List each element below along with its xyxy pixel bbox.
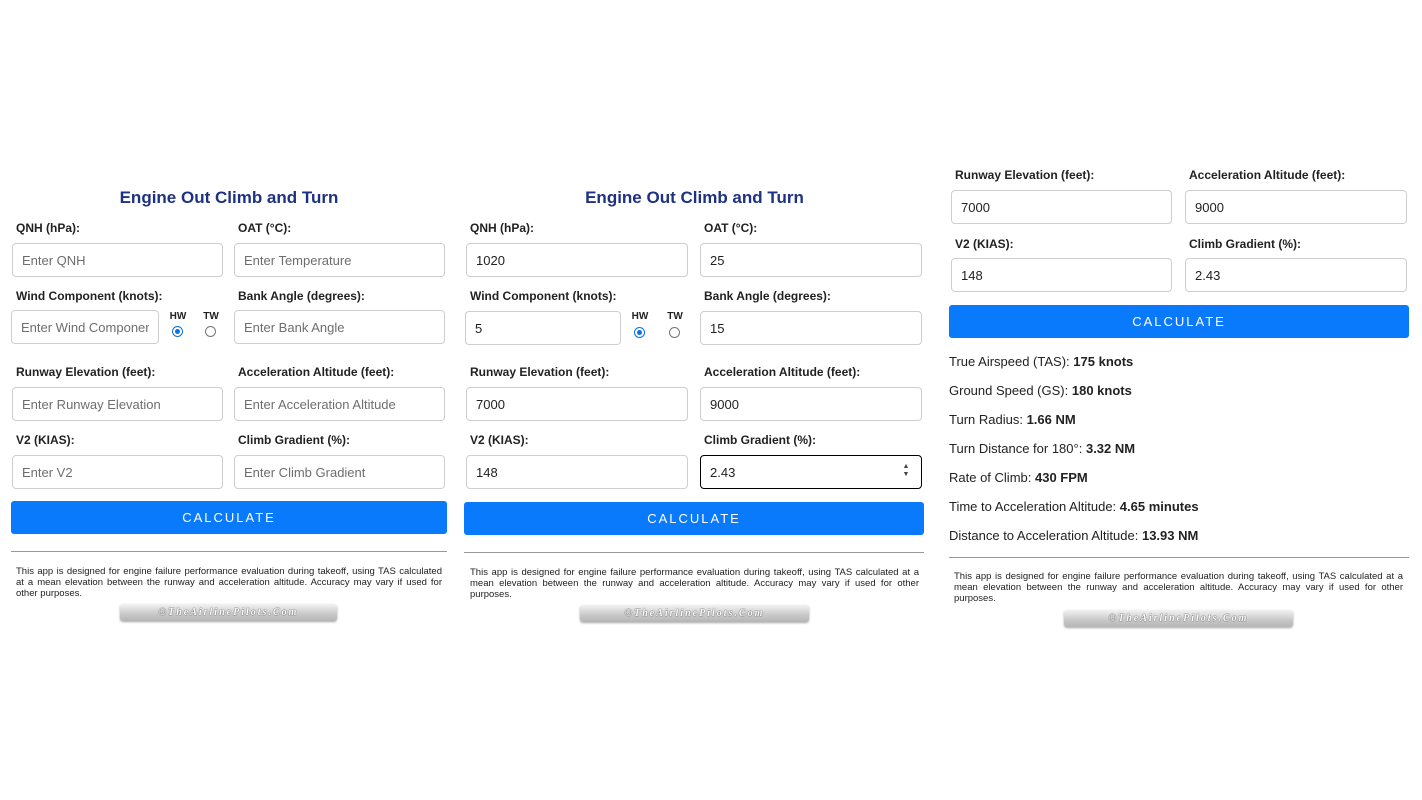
- headwind-radio[interactable]: [172, 326, 183, 337]
- wind-component-input[interactable]: [11, 310, 159, 344]
- climb-gradient-label: Climb Gradient (%):: [1189, 237, 1302, 251]
- result-time-to-acceleration-altitude: Time to Acceleration Altitude: 4.65 minu…: [949, 499, 1199, 514]
- tailwind-label: TW: [203, 311, 219, 322]
- divider: [464, 552, 924, 553]
- tailwind-radio[interactable]: [669, 327, 680, 338]
- qnh-input[interactable]: [12, 243, 223, 277]
- page-title: Engine Out Climb and Turn: [119, 188, 339, 207]
- result-rate-of-climb: Rate of Climb: 430 FPM: [949, 470, 1088, 485]
- headwind-label: HW: [631, 311, 649, 322]
- v2-input[interactable]: [951, 258, 1172, 292]
- calculate-button[interactable]: CALCULATE: [11, 501, 447, 534]
- qnh-label: QNH (hPa):: [470, 221, 534, 235]
- wind-component-label: Wind Component (knots):: [16, 289, 163, 303]
- calculate-button[interactable]: CALCULATE: [464, 502, 924, 535]
- stepper-arrows-icon[interactable]: ▲ ▼: [901, 463, 911, 479]
- climb-gradient-input[interactable]: [700, 455, 922, 489]
- tailwind-radio[interactable]: [205, 326, 216, 337]
- disclaimer-text: This app is designed for engine failure …: [470, 567, 919, 600]
- result-ground-speed: Ground Speed (GS): 180 knots: [949, 383, 1132, 398]
- result-distance-to-acceleration-altitude: Distance to Acceleration Altitude: 13.93…: [949, 528, 1199, 543]
- page-title: Engine Out Climb and Turn: [585, 188, 804, 207]
- climb-gradient-label: Climb Gradient (%):: [704, 433, 817, 447]
- oat-label: OAT (°C):: [704, 221, 758, 235]
- disclaimer-text: This app is designed for engine failure …: [16, 566, 442, 599]
- site-logo: ©TheAirlinePilots.Com: [120, 604, 337, 621]
- runway-elevation-input[interactable]: [12, 387, 223, 421]
- wind-component-input[interactable]: [465, 311, 621, 345]
- v2-input[interactable]: [12, 455, 223, 489]
- climb-gradient-input[interactable]: [234, 455, 445, 489]
- v2-label: V2 (KIAS):: [955, 237, 1014, 251]
- runway-elevation-label: Runway Elevation (feet):: [16, 365, 156, 379]
- climb-gradient-label: Climb Gradient (%):: [238, 433, 351, 447]
- qnh-label: QNH (hPa):: [16, 221, 80, 235]
- disclaimer-text: This app is designed for engine failure …: [954, 571, 1403, 604]
- site-logo: ©TheAirlinePilots.Com: [1064, 610, 1293, 627]
- acceleration-altitude-input[interactable]: [700, 387, 922, 421]
- acceleration-altitude-label: Acceleration Altitude (feet):: [1189, 168, 1346, 182]
- bank-angle-label: Bank Angle (degrees):: [238, 289, 365, 303]
- bank-angle-input[interactable]: [234, 310, 445, 344]
- result-turn-distance: Turn Distance for 180°: 3.32 NM: [949, 441, 1136, 456]
- runway-elevation-label: Runway Elevation (feet):: [470, 365, 610, 379]
- acceleration-altitude-label: Acceleration Altitude (feet):: [704, 365, 861, 379]
- result-turn-radius: Turn Radius: 1.66 NM: [949, 412, 1076, 427]
- calculate-button[interactable]: CALCULATE: [949, 305, 1409, 338]
- tailwind-label: TW: [667, 311, 683, 322]
- oat-input[interactable]: [234, 243, 445, 277]
- divider: [11, 551, 447, 552]
- runway-elevation-input[interactable]: [951, 190, 1172, 224]
- wind-component-label: Wind Component (knots):: [470, 289, 617, 303]
- v2-label: V2 (KIAS):: [16, 433, 75, 447]
- bank-angle-label: Bank Angle (degrees):: [704, 289, 831, 303]
- v2-label: V2 (KIAS):: [470, 433, 529, 447]
- climb-gradient-input[interactable]: [1185, 258, 1407, 292]
- acceleration-altitude-label: Acceleration Altitude (feet):: [238, 365, 395, 379]
- divider: [949, 557, 1409, 558]
- site-logo: ©TheAirlinePilots.Com: [580, 605, 809, 622]
- oat-input[interactable]: [700, 243, 922, 277]
- runway-elevation-input[interactable]: [466, 387, 688, 421]
- oat-label: OAT (°C):: [238, 221, 292, 235]
- bank-angle-input[interactable]: [700, 311, 922, 345]
- runway-elevation-label: Runway Elevation (feet):: [955, 168, 1095, 182]
- headwind-radio[interactable]: [634, 327, 645, 338]
- result-tas: True Airspeed (TAS): 175 knots: [949, 354, 1134, 369]
- qnh-input[interactable]: [466, 243, 688, 277]
- acceleration-altitude-input[interactable]: [1185, 190, 1407, 224]
- v2-input[interactable]: [466, 455, 688, 489]
- acceleration-altitude-input[interactable]: [234, 387, 445, 421]
- headwind-label: HW: [169, 311, 187, 322]
